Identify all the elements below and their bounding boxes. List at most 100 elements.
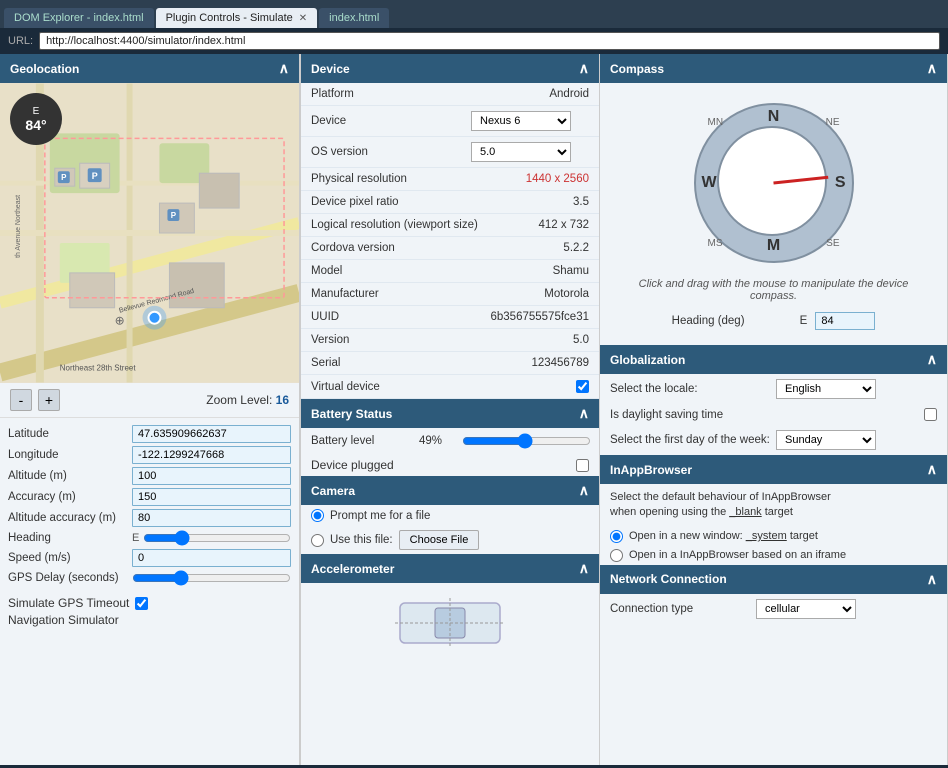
close-icon[interactable]: ✕ [299, 13, 307, 24]
heading-deg-input[interactable] [815, 312, 875, 330]
compass-wheel[interactable]: N M S W NE SE MS MN [694, 103, 854, 263]
camera-option2-radio[interactable] [311, 534, 324, 547]
address-bar: URL: [0, 28, 948, 54]
heading-slider[interactable] [143, 530, 291, 546]
iab-collapse[interactable]: ∧ [927, 461, 937, 478]
accelerometer-content [301, 583, 599, 666]
tab-dom-label: DOM Explorer - index.html [14, 12, 144, 24]
battery-header: Battery Status ∧ [301, 399, 599, 428]
battery-collapse[interactable]: ∧ [579, 405, 589, 422]
battery-title: Battery Status [311, 407, 392, 421]
manufacturer-value: Motorola [471, 288, 589, 300]
browser-tabs: DOM Explorer - index.html Plugin Control… [0, 0, 948, 54]
gps-delay-slider[interactable] [132, 570, 291, 586]
tab-dom-explorer[interactable]: DOM Explorer - index.html [4, 8, 154, 28]
camera-option1-row: Prompt me for a file [301, 505, 599, 526]
compass-nw-label: MN [708, 117, 724, 128]
geolocation-collapse[interactable]: ∧ [279, 60, 289, 77]
device-plugged-row: Device plugged [301, 454, 599, 476]
right-panel: Compass ∧ N M S W NE SE MS MN Click and [600, 54, 948, 765]
camera-option1-radio[interactable] [311, 509, 324, 522]
svg-text:P: P [171, 211, 177, 220]
accelerometer-collapse[interactable]: ∧ [579, 560, 589, 577]
logical-res-label: Logical resolution (viewport size) [311, 219, 478, 231]
iab-option1-row: Open in a new window: _system target [600, 527, 947, 546]
firstday-label: Select the first day of the week: [610, 434, 770, 446]
altitude-input[interactable] [132, 467, 291, 485]
center-panel: Device ∧ Platform Android Device Nexus 6… [300, 54, 600, 765]
daylight-checkbox[interactable] [924, 408, 937, 421]
accuracy-input[interactable] [132, 488, 291, 506]
device-select[interactable]: Nexus 6 [471, 111, 571, 131]
battery-slider[interactable] [462, 433, 591, 449]
speed-input[interactable] [132, 549, 291, 567]
accelerometer-widget[interactable] [390, 593, 510, 653]
manufacturer-label: Manufacturer [311, 288, 471, 300]
nav-sim-row: Navigation Simulator [0, 613, 299, 627]
platform-label: Platform [311, 88, 471, 100]
compass-ne-label: NE [826, 117, 840, 128]
map-container[interactable]: P P P th Avenue Northeast Northeast 28th… [0, 83, 299, 383]
geo-fields: Latitude Longitude Altitude (m) Accuracy… [0, 418, 299, 593]
pixel-ratio-label: Device pixel ratio [311, 196, 471, 208]
camera-header: Camera ∧ [301, 476, 599, 505]
geolocation-panel: Geolocation ∧ [0, 54, 300, 765]
zoom-in-button[interactable]: + [38, 389, 60, 411]
model-row: Model Shamu [301, 260, 599, 283]
globalization-header: Globalization ∧ [600, 345, 947, 374]
device-plugged-checkbox[interactable] [576, 459, 589, 472]
device-collapse[interactable]: ∧ [579, 60, 589, 77]
geolocation-title: Geolocation [10, 62, 79, 76]
compass-content: N M S W NE SE MS MN Click and drag with … [600, 83, 947, 345]
tab-index[interactable]: index.html [319, 8, 389, 28]
heading-row: Heading E [8, 530, 291, 546]
virtual-device-checkbox[interactable] [576, 380, 589, 393]
url-label: URL: [8, 35, 33, 47]
network-collapse[interactable]: ∧ [927, 571, 937, 588]
simulate-timeout-checkbox[interactable] [135, 597, 148, 610]
heading-deg-row: Heading (deg) E [662, 307, 886, 335]
url-input[interactable] [39, 32, 940, 50]
locale-select[interactable]: English Spanish French German [776, 379, 876, 399]
os-version-select[interactable]: 5.0 [471, 142, 571, 162]
firstday-select[interactable]: Sunday Monday Tuesday [776, 430, 876, 450]
camera-option1-label: Prompt me for a file [330, 510, 430, 522]
serial-value: 123456789 [471, 357, 589, 369]
iab-option1-radio[interactable] [610, 530, 623, 543]
pixel-ratio-row: Device pixel ratio 3.5 [301, 191, 599, 214]
device-name-label: Device [311, 115, 471, 127]
physical-res-label: Physical resolution [311, 173, 471, 185]
altitude-label: Altitude (m) [8, 470, 128, 482]
alt-accuracy-input[interactable] [132, 509, 291, 527]
simulate-timeout-label: Simulate GPS Timeout [8, 596, 129, 610]
latitude-row: Latitude [8, 425, 291, 443]
zoom-out-button[interactable]: - [10, 389, 32, 411]
gps-delay-label: GPS Delay (seconds) [8, 572, 128, 584]
iab-option2-label: Open in a InAppBrowser based on an ifram… [629, 549, 846, 561]
compass-collapse[interactable]: ∧ [927, 60, 937, 77]
svg-text:th Avenue Northeast: th Avenue Northeast [15, 195, 22, 258]
camera-collapse[interactable]: ∧ [579, 482, 589, 499]
geolocation-header: Geolocation ∧ [0, 54, 299, 83]
camera-option2-row: Use this file: Choose File [301, 526, 599, 554]
battery-level-label: Battery level [311, 435, 411, 447]
heading-dir-label: E [132, 532, 139, 544]
latitude-input[interactable] [132, 425, 291, 443]
model-value: Shamu [471, 265, 589, 277]
version-row: Version 5.0 [301, 329, 599, 352]
tab-plugin-controls[interactable]: Plugin Controls - Simulate ✕ [156, 8, 318, 28]
connection-type-label: Connection type [610, 603, 750, 615]
device-name-row: Device Nexus 6 [301, 106, 599, 137]
connection-type-select[interactable]: cellular wifi ethernet none [756, 599, 856, 619]
iab-option2-radio[interactable] [610, 549, 623, 562]
globalization-collapse[interactable]: ∧ [927, 351, 937, 368]
logical-res-row: Logical resolution (viewport size) 412 x… [301, 214, 599, 237]
manufacturer-row: Manufacturer Motorola [301, 283, 599, 306]
choose-file-button[interactable]: Choose File [399, 530, 480, 550]
longitude-input[interactable] [132, 446, 291, 464]
heading-deg-label: Heading (deg) [672, 315, 792, 327]
speed-row: Speed (m/s) [8, 549, 291, 567]
gps-delay-row: GPS Delay (seconds) [8, 570, 291, 586]
network-header: Network Connection ∧ [600, 565, 947, 594]
battery-level-pct: 49% [419, 435, 454, 447]
